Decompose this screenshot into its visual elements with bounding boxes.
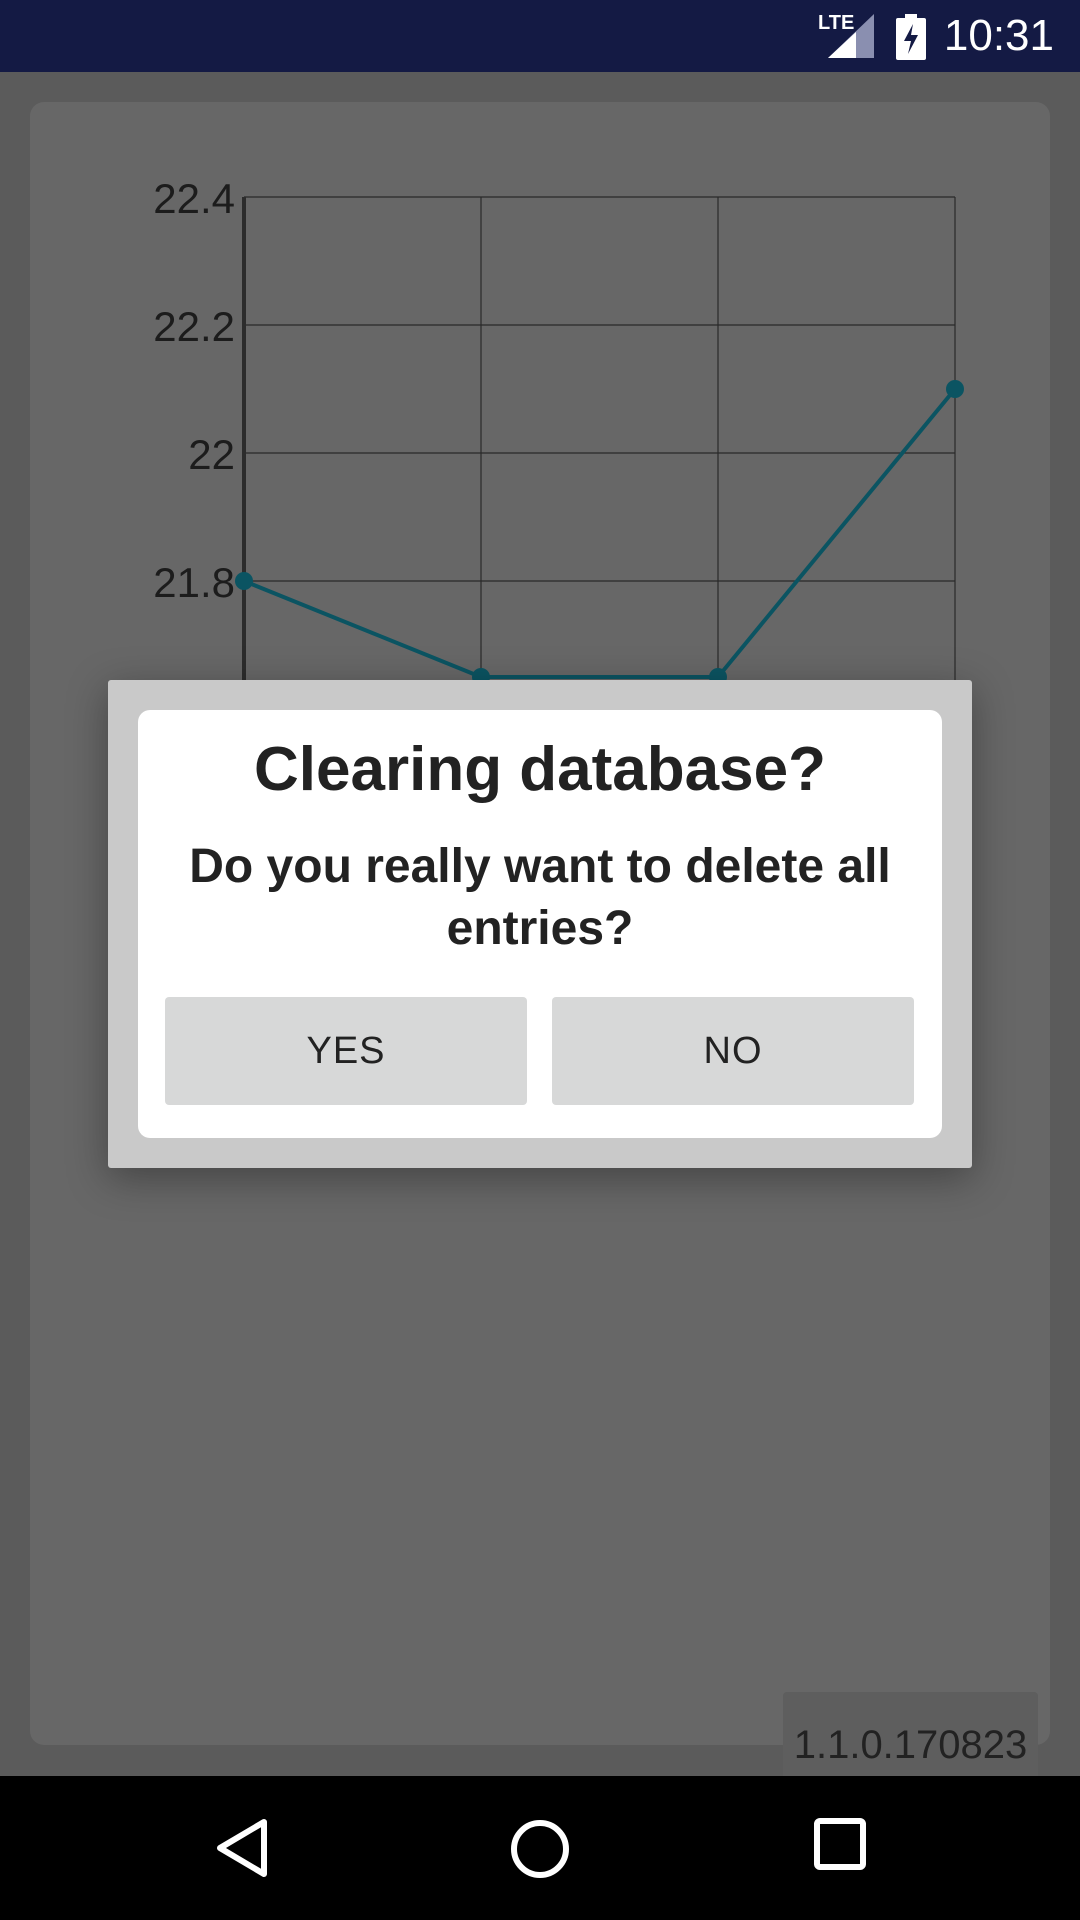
dialog-frame: Clearing database? Do you really want to… [108, 680, 972, 1168]
no-button[interactable]: NO [552, 997, 914, 1105]
y-tick-label: 21.8 [153, 559, 235, 606]
back-icon[interactable] [214, 1818, 270, 1878]
recents-icon[interactable] [814, 1818, 866, 1870]
data-point [235, 572, 253, 590]
home-icon[interactable] [509, 1818, 571, 1880]
signal-icon [828, 14, 874, 58]
battery-charging-icon [896, 14, 926, 60]
y-tick-label: 22.2 [153, 303, 235, 350]
y-tick-labels: 22.4 22.2 22 21.8 [153, 175, 235, 606]
y-tick-label: 22.4 [153, 175, 235, 222]
status-bar: LTE 10:31 [0, 0, 1080, 72]
confirm-dialog: Clearing database? Do you really want to… [138, 710, 942, 1138]
chart-series [235, 380, 964, 686]
status-time: 10:31 [943, 11, 1054, 60]
y-tick-label: 22 [188, 431, 235, 478]
series-line [243, 387, 957, 679]
dialog-message: Do you really want to delete all entries… [189, 840, 891, 955]
dialog-title: Clearing database? [254, 735, 826, 804]
data-point [946, 380, 964, 398]
yes-button[interactable]: YES [165, 997, 527, 1105]
navigation-bar [0, 1776, 1080, 1920]
